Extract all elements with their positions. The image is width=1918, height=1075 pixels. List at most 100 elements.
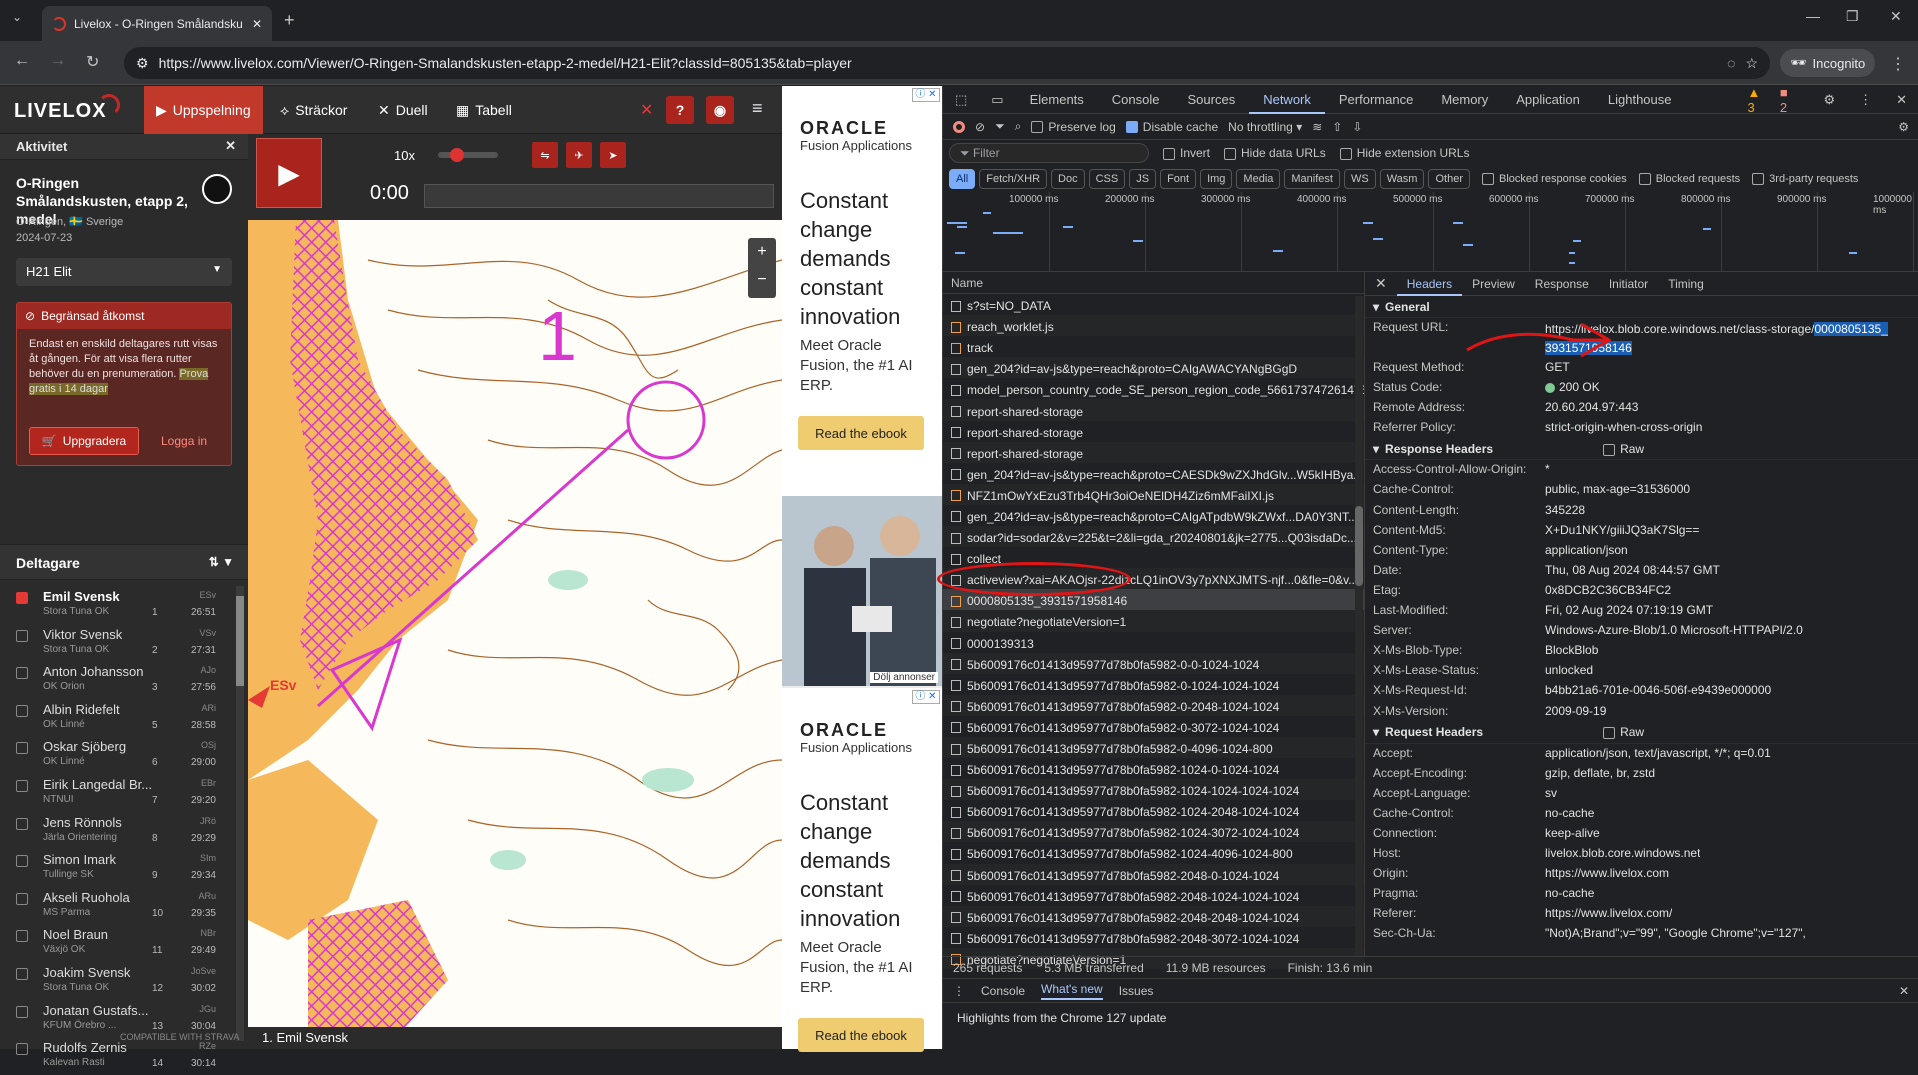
new-tab-icon[interactable]: + [284,10,295,31]
tail-icon[interactable]: ⇋ [532,142,558,168]
close-devtools-icon[interactable]: ✕ [1884,92,1918,108]
bookmark-star-icon[interactable]: ☆ [1745,55,1758,72]
type-filter-wasm[interactable]: Wasm [1379,169,1425,189]
type-filter-img[interactable]: Img [1200,169,1233,189]
scroll-thumb[interactable] [1355,506,1363,586]
site-info-icon[interactable]: ⚙ [136,55,149,72]
participant-row[interactable]: Simon Imark Tullinge SK SIm 9 29:34 [0,849,234,887]
ad-cta-button[interactable]: Read the ebook [798,416,924,450]
preserve-log-checkbox[interactable]: Preserve log [1031,120,1116,134]
request-row[interactable]: 5b6009176c01413d95977d78b0fa5982-1024-10… [943,779,1364,801]
request-row[interactable]: s?st=NO_DATA [943,294,1364,315]
network-settings-icon[interactable]: ⚙ [1898,120,1909,134]
browser-menu-icon[interactable]: ⋮ [1890,54,1906,74]
hide-ext-urls-checkbox[interactable]: Hide extension URLs [1339,146,1469,160]
back-icon[interactable]: ← [14,52,30,70]
participant-row[interactable]: Oskar Sjöberg OK Linné OSj 6 29:00 [0,736,234,774]
request-row[interactable]: 5b6009176c01413d95977d78b0fa5982-2048-10… [943,885,1364,906]
zoom-out-icon[interactable]: − [748,266,776,294]
participant-row[interactable]: Eirik Langedal Br... NTNUI EBr 7 29:20 [0,774,234,812]
ad-choices-icon[interactable]: ⓘ ✕ [912,690,940,704]
request-row[interactable]: 5b6009176c01413d95977d78b0fa5982-2048-20… [943,905,1364,927]
request-row[interactable]: sodar?id=sodar2&v=225&t=2&li=gda_r202408… [943,526,1364,548]
help-button[interactable]: ? [666,96,694,124]
participant-checkbox[interactable] [16,1043,28,1056]
warning-count[interactable]: ▲ 3 [1748,85,1770,115]
request-row[interactable]: gen_204?id=av-js&type=reach&proto=CAIgAT… [943,505,1364,526]
import-icon[interactable]: ⇧ [1332,120,1342,134]
speed-slider[interactable] [438,148,498,162]
browser-tab[interactable]: Livelox - O-Ringen Smålandsku ✕ [42,6,272,41]
hide-ads-link[interactable]: Dölj annonser [870,672,938,683]
hamburger-menu-icon[interactable]: ≡ [752,98,763,119]
address-bar[interactable]: ⚙ https://www.livelox.com/Viewer/O-Ringe… [124,47,1770,79]
type-option-third-party[interactable]: 3rd-party requests [1752,173,1858,186]
type-filter-fetchxhr[interactable]: Fetch/XHR [979,169,1048,189]
scroll-thumb[interactable] [236,596,244,686]
devtools-tab-memory[interactable]: Memory [1427,86,1502,114]
request-row[interactable]: 5b6009176c01413d95977d78b0fa5982-0-2048-… [943,694,1364,716]
runner-icon[interactable]: ✈ [566,142,592,168]
participant-row[interactable]: Noel Braun Växjö OK NBr 11 29:49 [0,924,234,962]
participant-scrollbar[interactable] [236,586,244,1041]
reload-icon[interactable]: ↻ [86,52,99,72]
speed-slider-knob[interactable] [450,148,464,162]
request-headers-section[interactable]: ▾ Request Headers Raw [1365,722,1918,744]
search-icon[interactable]: ⌕ [1015,119,1022,134]
type-filter-css[interactable]: CSS [1088,169,1126,189]
detail-tab-initiator[interactable]: Initiator [1599,272,1658,296]
devtools-tab-network[interactable]: Network [1249,86,1325,114]
devtools-tab-application[interactable]: Application [1502,86,1594,114]
class-select[interactable]: H21 Elit ▼ [16,258,232,286]
devtools-tab-console[interactable]: Console [1098,86,1174,114]
name-column-header[interactable]: Name [943,272,1364,294]
drawer-menu-icon[interactable]: ⋮ [953,984,965,998]
request-row[interactable]: report-shared-storage [943,441,1364,463]
raw-toggle[interactable]: Raw [1603,725,1644,739]
oracle-ad-bottom[interactable]: ⓘ ✕ ORACLE Fusion Applications Constant … [782,688,942,1052]
participant-checkbox[interactable] [16,667,28,680]
request-list-scrollbar[interactable] [1355,296,1363,956]
detail-tab-response[interactable]: Response [1525,272,1599,296]
participant-checkbox[interactable] [16,892,28,905]
tab-duel[interactable]: ✕ Duell [366,86,440,134]
orienteering-map[interactable]: 1 ESv + − [248,220,782,1035]
participant-row[interactable]: Akseli Ruohola MS Parma ARu 10 29:35 [0,887,234,925]
request-row[interactable]: 5b6009176c01413d95977d78b0fa5982-0-1024-… [943,674,1364,695]
ad-choices-icon[interactable]: ⓘ ✕ [912,88,940,102]
upgrade-button[interactable]: 🛒 Uppgradera [29,427,139,455]
request-row[interactable]: 5b6009176c01413d95977d78b0fa5982-1024-20… [943,800,1364,821]
request-row[interactable]: 5b6009176c01413d95977d78b0fa5982-2048-30… [943,927,1364,948]
disable-cache-checkbox[interactable]: Disable cache [1125,120,1218,134]
request-row[interactable]: 5b6009176c01413d95977d78b0fa5982-1024-0-… [943,758,1364,779]
participant-checkbox[interactable] [16,967,28,980]
sort-filter-icon[interactable]: ⇅ ▼ [209,555,234,569]
zoom-in-icon[interactable]: + [748,238,776,266]
throttling-select[interactable]: No throttling ▾ [1228,120,1302,134]
participant-row[interactable]: Albin Ridefelt OK Linné ARi 5 28:58 [0,699,234,737]
network-overview-timeline[interactable]: 100000 ms 200000 ms 300000 ms 400000 ms 5000… [943,192,1918,272]
clear-icon[interactable]: ⊘ [975,120,985,134]
timeline-slider[interactable] [424,184,774,208]
url-text[interactable]: https://www.livelox.com/Viewer/O-Ringen-… [159,55,1718,71]
participant-row[interactable]: Jens Rönnols Järla Orientering JRö 8 29:29 [0,812,234,850]
request-row[interactable]: track [943,336,1364,357]
hide-data-urls-checkbox[interactable]: Hide data URLs [1224,146,1326,160]
type-filter-manifest[interactable]: Manifest [1284,169,1340,189]
export-icon[interactable]: ⇩ [1352,120,1362,134]
forward-icon[interactable]: → [50,52,66,70]
more-options-icon[interactable]: ⋮ [1847,92,1884,108]
restore-icon[interactable]: ❐ [1846,8,1859,25]
participant-row[interactable]: Emil Svensk Stora Tuna OK ESv 1 26:51 [0,586,234,624]
device-toggle-icon[interactable]: ▭ [979,92,1015,108]
request-row[interactable]: 0000139313 [943,632,1364,653]
close-tab-icon[interactable]: ✕ [252,17,262,31]
drawer-tab-issues[interactable]: Issues [1119,984,1154,998]
oracle-ad-top[interactable]: ⓘ ✕ ORACLE Fusion Applications Constant … [782,86,942,686]
type-filter-media[interactable]: Media [1236,169,1281,189]
drawer-tab-whatsnew[interactable]: What's new [1041,982,1103,1000]
tab-table[interactable]: ▦ Tabell [444,86,524,134]
type-filter-js[interactable]: JS [1129,169,1157,189]
participant-checkbox[interactable] [16,779,28,792]
type-filter-other[interactable]: Other [1428,169,1470,189]
